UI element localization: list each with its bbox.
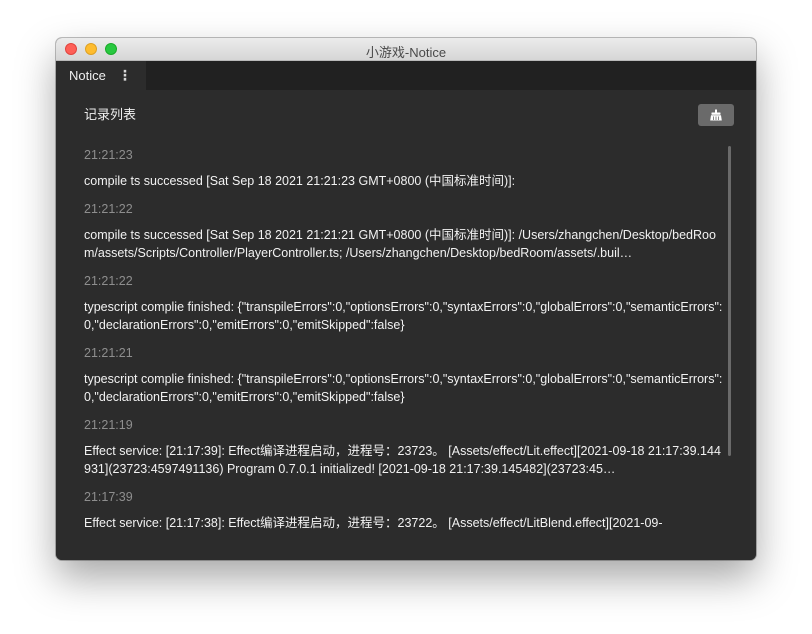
log-entry-message: Effect service: [21:17:39]: Effect编译进程启动… — [84, 444, 721, 476]
tab-bar: Notice ⋮ — [56, 61, 756, 90]
log-entry-time: 21:17:39 — [84, 490, 133, 504]
log-entry-message: Effect service: [21:17:38]: Effect编译进程启动… — [84, 516, 663, 530]
log-entry-time: 21:21:22 — [84, 274, 133, 288]
log-entry-time: 21:21:23 — [84, 148, 133, 162]
tab-notice[interactable]: Notice ⋮ — [56, 61, 146, 90]
notice-panel: 记录列表 21:21:23 compile ts successed [Sat … — [56, 90, 756, 560]
log-entry-time: 21:21:19 — [84, 418, 133, 432]
log-entry-message: compile ts successed [Sat Sep 18 2021 21… — [84, 228, 716, 260]
broom-icon — [710, 109, 722, 121]
log-entry-time: 21:21:22 — [84, 202, 133, 216]
tab-notice-label: Notice — [69, 68, 106, 83]
panel-title: 记录列表 — [84, 107, 137, 122]
log-entry-time: 21:21:21 — [84, 346, 133, 360]
tab-menu-icon[interactable]: ⋮ — [118, 67, 132, 84]
log-entry: 21:17:39 Effect service: [21:17:38]: Eff… — [84, 488, 726, 532]
log-entry: 21:21:23 compile ts successed [Sat Sep 1… — [84, 146, 726, 190]
log-list-scrollbar[interactable] — [728, 146, 731, 456]
log-entry-message: typescript complie finished: {"transpile… — [84, 300, 723, 332]
log-entry: 21:21:19 Effect service: [21:17:39]: Eff… — [84, 416, 726, 478]
title-bar: 小游戏-Notice — [56, 38, 756, 61]
log-entry: 21:21:22 compile ts successed [Sat Sep 1… — [84, 200, 726, 262]
log-entry-message: compile ts successed [Sat Sep 18 2021 21… — [84, 174, 516, 188]
window-title: 小游戏-Notice — [365, 45, 447, 60]
notice-window: 小游戏-Notice Notice ⋮ 记录列表 21:21:23 compil… — [56, 38, 756, 560]
clear-log-button[interactable] — [698, 104, 734, 126]
log-entry-message: typescript complie finished: {"transpile… — [84, 372, 723, 404]
log-entry: 21:21:21 typescript complie finished: {"… — [84, 344, 726, 406]
log-list[interactable]: 21:21:23 compile ts successed [Sat Sep 1… — [84, 146, 726, 560]
log-entry: 21:21:22 typescript complie finished: {"… — [84, 272, 726, 334]
